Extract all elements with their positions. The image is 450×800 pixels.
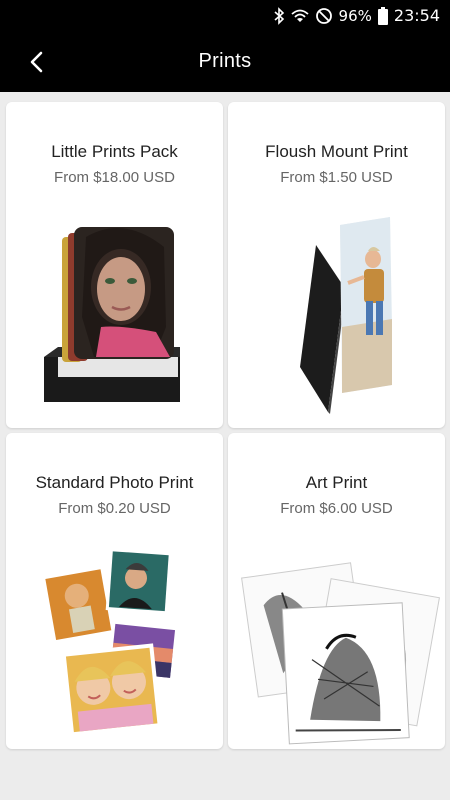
art-prints-image	[241, 562, 440, 745]
product-price: From $0.20 USD	[58, 500, 171, 517]
bluetooth-icon	[273, 6, 285, 25]
product-price: From $6.00 USD	[280, 500, 393, 517]
product-card-floush-mount-print[interactable]: Floush Mount Print From $1.50 USD	[228, 102, 445, 428]
standard-photo-prints-image	[40, 548, 179, 739]
do-not-disturb-icon	[315, 7, 333, 25]
flush-mount-print-image	[300, 217, 392, 414]
product-card-art-print[interactable]: Art Print From $6.00 USD	[228, 433, 445, 749]
battery-icon	[377, 6, 388, 25]
product-price: From $1.50 USD	[280, 169, 393, 186]
wifi-icon	[290, 8, 309, 24]
product-card-standard-photo-print[interactable]: Standard Photo Print From $0.20 USD	[6, 433, 223, 749]
status-icons: 96% 23:54	[273, 6, 440, 25]
clock: 23:54	[393, 6, 440, 25]
product-name: Standard Photo Print	[35, 473, 194, 492]
product-name: Art Print	[305, 473, 368, 492]
product-price: From $18.00 USD	[54, 169, 175, 186]
little-prints-box-image	[44, 227, 180, 402]
page-title: Prints	[198, 50, 252, 72]
product-name: Little Prints Pack	[51, 142, 178, 161]
status-bar: 96% 23:54	[0, 0, 450, 32]
product-card-little-prints-pack[interactable]: Little Prints Pack From $18.00 USD	[6, 102, 223, 428]
battery-level: 96%	[338, 6, 372, 25]
product-name: Floush Mount Print	[265, 142, 408, 161]
product-grid: Little Prints Pack From $18.00 USD Flous…	[0, 92, 450, 800]
app-bar: Prints	[0, 32, 450, 92]
